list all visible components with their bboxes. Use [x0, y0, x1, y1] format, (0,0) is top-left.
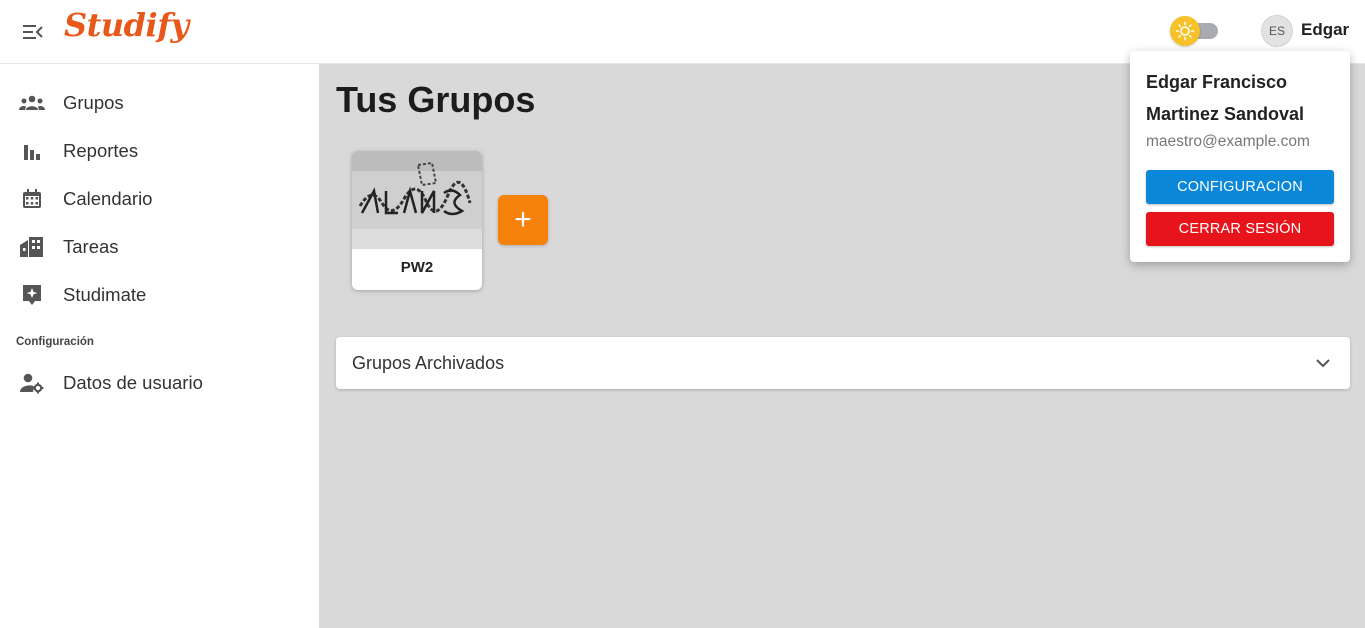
user-email: maestro@example.com [1146, 133, 1310, 150]
sidebar-item-studimate[interactable]: Studimate [0, 275, 319, 315]
sidebar-item-datos-de-usuario[interactable]: Datos de usuario [0, 363, 319, 403]
sun-icon [1170, 16, 1200, 46]
group-card[interactable]: PW2 [352, 151, 482, 290]
user-full-name-line2: Martinez Sandoval [1146, 104, 1305, 124]
user-menu-dropdown: Edgar Francisco Martinez Sandoval maestr… [1130, 51, 1350, 262]
page-title: Tus Grupos [336, 79, 536, 120]
buildings-icon [18, 235, 46, 259]
user-name[interactable]: Edgar [1301, 20, 1349, 40]
sidebar-item-grupos[interactable]: Grupos [0, 83, 319, 123]
groups-icon [18, 91, 46, 115]
group-name: PW2 [400, 259, 434, 276]
theme-toggle[interactable] [1170, 16, 1220, 46]
app-logo[interactable]: Studify [64, 6, 189, 44]
avatar[interactable]: ES [1261, 15, 1293, 47]
archived-groups-label: Grupos Archivados [352, 353, 505, 373]
configuracion-button[interactable]: CONFIGURACION [1146, 170, 1334, 204]
sidebar-item-label: Tareas [63, 236, 119, 257]
sidebar-item-label: Studimate [63, 284, 147, 305]
logout-button[interactable]: CERRAR SESIÓN [1146, 212, 1334, 246]
bar-chart-icon [18, 139, 46, 163]
sidebar-item-reportes[interactable]: Reportes [0, 131, 319, 171]
sidebar-item-label: Calendario [63, 188, 153, 209]
sidebar-item-calendario[interactable]: Calendario [0, 179, 319, 219]
user-full-name-line1: Edgar Francisco [1146, 72, 1288, 92]
archived-groups-accordion[interactable]: Grupos Archivados [336, 337, 1350, 389]
collapse-menu-icon[interactable] [20, 19, 46, 45]
sparkle-icon [18, 283, 46, 307]
sidebar-item-tareas[interactable]: Tareas [0, 227, 319, 267]
sidebar-item-label: Grupos [63, 92, 124, 113]
section-label-configuracion: Configuración [16, 336, 94, 348]
add-group-button[interactable]: + [498, 195, 548, 245]
calendar-icon [18, 187, 46, 211]
sidebar-item-label: Datos de usuario [63, 372, 203, 393]
sidebar-item-label: Reportes [63, 140, 139, 161]
chevron-down-icon [1314, 354, 1332, 372]
group-cover-image [352, 151, 482, 249]
user-settings-icon [18, 371, 46, 395]
sidebar: Grupos Reportes Calendario Tareas Studim… [0, 64, 319, 628]
